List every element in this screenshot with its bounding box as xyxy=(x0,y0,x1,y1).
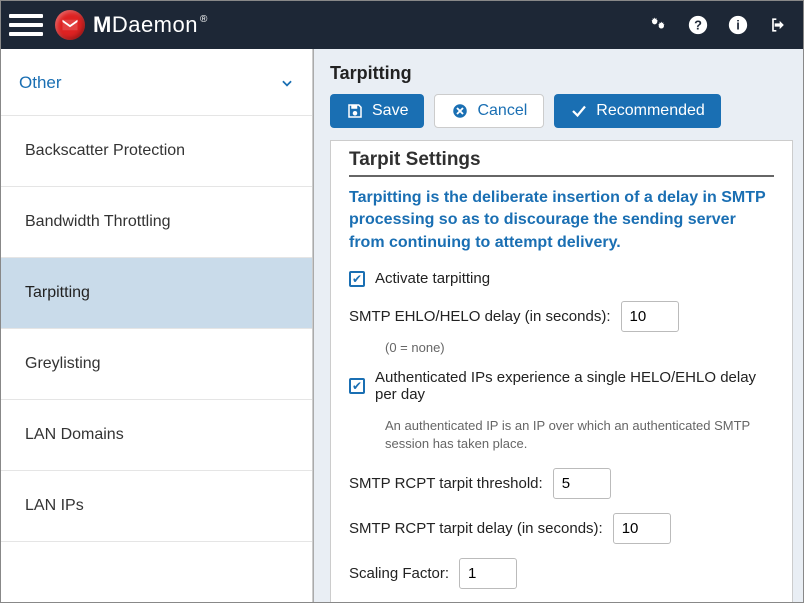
info-icon[interactable]: i xyxy=(725,12,751,38)
settings-icon[interactable] xyxy=(645,12,671,38)
sidebar-item-label: Backscatter Protection xyxy=(25,142,185,159)
auth-ip-hint: An authenticated IP is an IP over which … xyxy=(385,417,765,453)
activate-tarpitting-label: Activate tarpitting xyxy=(375,270,490,287)
sidebar: Other Backscatter Protection Bandwidth T… xyxy=(1,49,313,602)
toolbar: Save Cancel Recommended xyxy=(314,94,803,140)
rcpt-threshold-label: SMTP RCPT tarpit threshold: xyxy=(349,475,543,492)
sidebar-item-backscatter[interactable]: Backscatter Protection xyxy=(1,116,312,187)
sidebar-item-label: Bandwidth Throttling xyxy=(25,213,171,230)
auth-ip-label: Authenticated IPs experience a single HE… xyxy=(375,369,774,403)
sidebar-item-greylisting[interactable]: Greylisting xyxy=(1,329,312,400)
chevron-down-icon xyxy=(280,76,294,90)
sidebar-item-bandwidth[interactable]: Bandwidth Throttling xyxy=(1,187,312,258)
activate-tarpitting-checkbox[interactable] xyxy=(349,271,365,287)
sidebar-item-tarpitting[interactable]: Tarpitting xyxy=(1,258,312,329)
logo-text: MDaemon® xyxy=(93,12,208,38)
cancel-icon xyxy=(451,102,469,120)
ehlo-delay-input[interactable] xyxy=(621,301,679,332)
page-title: Tarpitting xyxy=(314,49,803,94)
sidebar-section-label: Other xyxy=(19,73,62,93)
auth-ip-checkbox[interactable] xyxy=(349,378,365,394)
scaling-factor-input[interactable] xyxy=(459,558,517,589)
rcpt-delay-label: SMTP RCPT tarpit delay (in seconds): xyxy=(349,520,603,537)
svg-text:i: i xyxy=(736,18,740,33)
save-button[interactable]: Save xyxy=(330,94,424,128)
sidebar-item-lanips[interactable]: LAN IPs xyxy=(1,471,312,542)
sidebar-item-label: LAN Domains xyxy=(25,426,124,443)
topbar: MDaemon® ? i xyxy=(1,1,803,49)
settings-panel: Tarpit Settings Tarpitting is the delibe… xyxy=(330,140,793,602)
sidebar-item-landomains[interactable]: LAN Domains xyxy=(1,400,312,471)
section-heading: Tarpit Settings xyxy=(349,149,774,177)
check-icon xyxy=(570,102,588,120)
menu-icon[interactable] xyxy=(9,8,43,42)
sidebar-item-label: Tarpitting xyxy=(25,284,90,301)
main: Tarpitting Save Cancel Recommended Tarpi… xyxy=(313,49,803,602)
content: Other Backscatter Protection Bandwidth T… xyxy=(1,49,803,602)
svg-text:?: ? xyxy=(694,18,702,33)
ehlo-delay-label: SMTP EHLO/HELO delay (in seconds): xyxy=(349,308,611,325)
sidebar-item-label: Greylisting xyxy=(25,355,101,372)
ehlo-delay-hint: (0 = none) xyxy=(385,340,774,355)
rcpt-delay-input[interactable] xyxy=(613,513,671,544)
help-icon[interactable]: ? xyxy=(685,12,711,38)
save-icon xyxy=(346,102,364,120)
scaling-factor-label: Scaling Factor: xyxy=(349,565,449,582)
section-description: Tarpitting is the deliberate insertion o… xyxy=(349,187,769,254)
sidebar-section-other[interactable]: Other xyxy=(1,49,312,116)
logo-icon xyxy=(55,10,85,40)
sidebar-item-label: LAN IPs xyxy=(25,497,84,514)
recommended-button[interactable]: Recommended xyxy=(554,94,721,128)
rcpt-threshold-input[interactable] xyxy=(553,468,611,499)
logout-icon[interactable] xyxy=(765,12,791,38)
cancel-button[interactable]: Cancel xyxy=(434,94,544,128)
